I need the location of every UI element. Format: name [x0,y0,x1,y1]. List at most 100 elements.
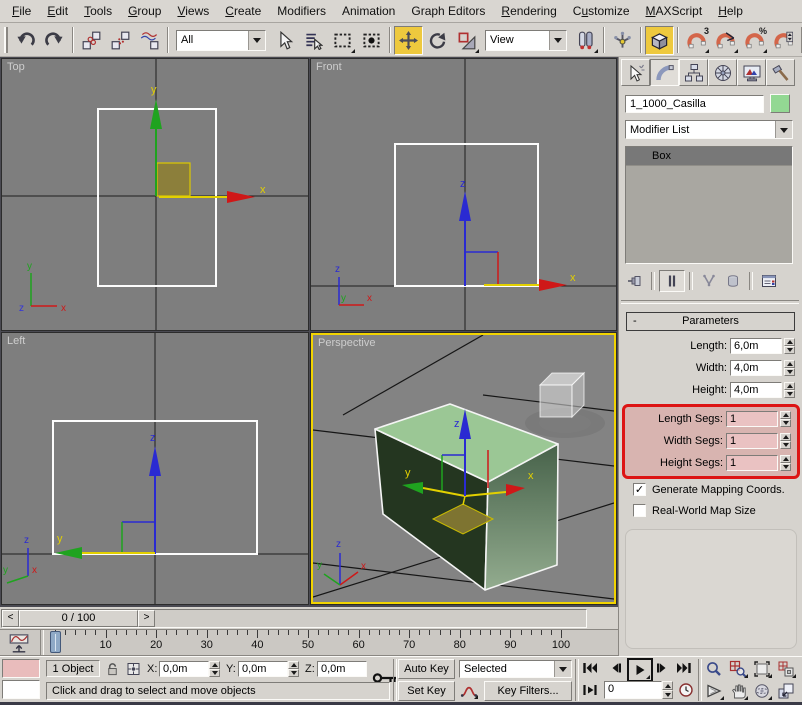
width-field[interactable]: 4,0m [730,360,782,376]
absolute-offset-mode-toggle[interactable] [125,661,142,677]
trackbar-frame-handle[interactable] [49,631,61,653]
snap-3d-button[interactable]: 3 [682,26,711,55]
select-and-link-button[interactable] [77,26,106,55]
height-spinner[interactable] [784,382,795,398]
pan-view-button[interactable] [726,680,749,701]
time-configuration-button[interactable] [676,681,696,699]
tab-create[interactable] [621,59,650,86]
menu-item-help[interactable]: Help [710,1,751,21]
unlink-selection-button[interactable] [106,26,135,55]
menu-item-file[interactable]: File [4,1,39,21]
height-segs-spinner[interactable] [780,455,791,471]
key-mode-dropdown-arrow[interactable] [554,661,571,677]
previous-frame-button[interactable] [606,659,626,677]
select-by-name-button[interactable] [299,26,328,55]
show-end-result-button[interactable] [659,270,685,292]
menu-item-edit[interactable]: Edit [39,1,76,21]
go-to-start-button[interactable] [580,659,600,677]
menu-item-rendering[interactable]: Rendering [493,1,564,21]
select-and-uniform-scale-button[interactable] [452,26,481,55]
arc-rotate-button[interactable] [750,680,773,701]
bind-to-space-warp-button[interactable] [135,26,164,55]
move-gizmo-top[interactable]: y x [150,84,266,203]
parameters-rollout-header[interactable]: - Parameters [626,312,795,331]
spinner-snap-toggle-button[interactable] [769,26,798,55]
tab-utilities[interactable] [766,59,795,86]
menu-item-views[interactable]: Views [169,1,217,21]
viewport-top[interactable]: y x y z x Top [2,59,308,330]
width-segs-field[interactable]: 1 [726,433,778,449]
modifier-list-dropdown-arrow[interactable] [775,121,792,138]
length-spinner[interactable] [784,338,795,354]
viewport-perspective-active[interactable]: z y x z x y Perspective [311,333,616,604]
zoom-extents-button[interactable] [750,658,773,679]
set-key-button[interactable]: Set Key [398,681,455,701]
key-mode-toggle-button[interactable] [580,681,600,699]
previous-frame-slider-button[interactable]: < [2,610,19,627]
menu-item-tools[interactable]: Tools [76,1,120,21]
viewport-left[interactable]: z y z y x Left [2,333,308,604]
viewport-label-perspective[interactable]: Perspective [318,337,375,349]
percent-snap-toggle-button[interactable]: % [740,26,769,55]
height-field[interactable]: 4,0m [730,382,782,398]
menu-item-modifiers[interactable]: Modifiers [269,1,334,21]
menu-item-create[interactable]: Create [217,1,269,21]
menu-item-customize[interactable]: Customize [565,1,638,21]
select-and-manipulate-button[interactable] [608,26,637,55]
viewport-label-top[interactable]: Top [7,61,25,73]
viewport-label-left[interactable]: Left [7,335,25,347]
zoom-all-button[interactable] [726,658,749,679]
min-max-toggle-button[interactable] [774,680,797,701]
key-filters-button[interactable]: Key Filters... [484,681,572,701]
real-world-map-size-checkbox[interactable] [633,504,646,517]
play-animation-button[interactable] [627,658,653,682]
current-frame-field[interactable]: 0 [604,681,662,699]
tab-motion[interactable] [708,59,737,86]
configure-modifier-sets-button[interactable] [757,271,781,291]
auto-key-button[interactable]: Auto Key [398,659,455,679]
angle-snap-toggle-button[interactable] [711,26,740,55]
height-segs-field[interactable]: 1 [726,455,778,471]
rectangular-selection-region-button[interactable] [328,26,357,55]
make-unique-button[interactable] [697,271,721,291]
z-coord-field[interactable]: 0,0m [317,661,367,677]
field-of-view-button[interactable] [702,680,725,701]
window-crossing-toggle-button[interactable] [357,26,386,55]
time-slider-value-button[interactable]: 0 / 100 [19,610,138,627]
remove-modifier-button[interactable] [721,271,745,291]
modifier-stack[interactable]: Box [625,146,793,264]
maxscript-mini-listener-macro[interactable] [2,659,40,678]
go-to-end-button[interactable] [674,659,694,677]
x-coord-spinner[interactable] [209,661,220,677]
tab-hierarchy[interactable] [679,59,708,86]
y-coord-field[interactable]: 0,0m [238,661,288,677]
menu-item-group[interactable]: Group [120,1,169,21]
rollout-collapse-icon[interactable]: - [633,313,637,329]
next-frame-button[interactable] [652,659,672,677]
toolbar-grip[interactable] [4,27,8,53]
select-and-rotate-button[interactable] [423,26,452,55]
redo-button[interactable] [40,26,69,55]
menu-item-maxscript[interactable]: MAXScript [638,1,711,21]
use-pivot-point-center-button[interactable] [571,26,600,55]
selection-filter-dropdown-arrow[interactable] [248,30,265,50]
maxscript-mini-listener-line[interactable] [2,680,40,699]
default-in-out-tangents-button[interactable] [459,682,479,700]
viewport-label-front[interactable]: Front [316,61,342,73]
selection-lock-toggle[interactable] [105,661,120,677]
key-mode-dropdown[interactable]: Selected [459,660,572,678]
pin-stack-button[interactable] [623,271,647,291]
x-coord-field[interactable]: 0,0m [159,661,209,677]
viewport-front[interactable]: z x z y x Front [311,59,616,330]
y-coord-spinner[interactable] [288,661,299,677]
menu-item-animation[interactable]: Animation [334,1,403,21]
tab-modify[interactable] [650,59,679,86]
selection-filter-dropdown[interactable]: All [176,29,266,51]
length-segs-spinner[interactable] [780,411,791,427]
move-gizmo-front[interactable]: z x [459,178,576,291]
next-frame-slider-button[interactable]: > [138,610,155,627]
tab-display[interactable] [737,59,766,86]
open-mini-curve-editor-button[interactable] [6,633,32,653]
generate-mapping-coords-checkbox[interactable]: ✓ [633,483,646,496]
zoom-button[interactable] [702,658,725,679]
